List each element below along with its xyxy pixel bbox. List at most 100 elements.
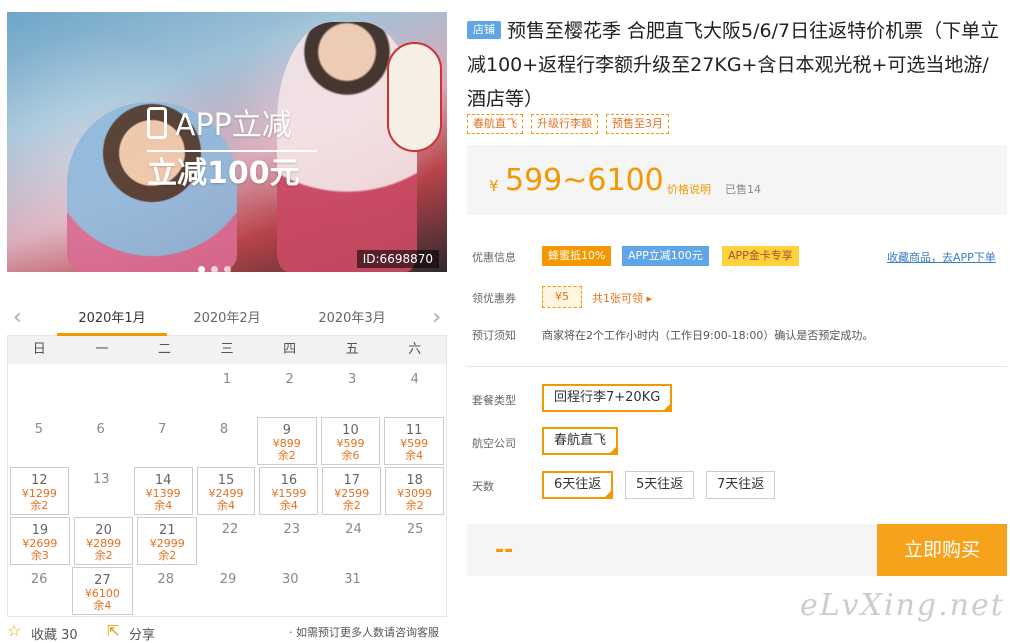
price-explanation-link[interactable]: 价格说明	[667, 181, 711, 197]
app-discount-title: APP立减	[175, 108, 292, 143]
share-icon[interactable]: ⇱	[107, 622, 120, 640]
calendar-week: 5 6 7 8 9 ¥899 余2 10 ¥599 余6 11 ¥599 余4	[8, 416, 446, 466]
calendar-day: 5	[10, 417, 68, 465]
calendar-day: 26	[10, 567, 68, 615]
calendar-day: 31	[323, 567, 381, 615]
share-button[interactable]: 分享	[129, 624, 155, 643]
calendar-day: 30	[261, 567, 319, 615]
calendar-day-bookable[interactable]: 19 ¥2699 余3	[10, 517, 70, 565]
calendar-day	[135, 367, 194, 415]
shop-badge: 店铺	[467, 21, 501, 39]
calendar-week: 19 ¥2699 余3 20 ¥2899 余2 21 ¥2999 余2 22 23 24 25	[8, 516, 446, 566]
carousel-dots[interactable]	[198, 258, 237, 272]
date-calendar: ‹ 2020年1月 2020年2月 2020年3月 › 日 一 二 三 四 五 …	[7, 296, 447, 617]
weekday-label: 六	[408, 342, 422, 357]
day-number: 17	[343, 473, 360, 488]
day-number: 18	[406, 473, 423, 488]
product-image[interactable]: APP立减 立减100元 ID:6698870	[7, 12, 447, 272]
carousel-dot[interactable]	[198, 266, 205, 272]
calendar-week: 12 ¥1299 余2 13 14 ¥1399 余4 15 ¥2499 余4 16 ¥1599 余4 17…	[8, 466, 446, 516]
calendar-day: 4	[385, 367, 444, 415]
lantern-shape	[387, 42, 442, 152]
calendar-day	[73, 367, 132, 415]
day-number: 16	[280, 473, 298, 488]
days-option-7[interactable]: 7天往返	[706, 471, 776, 499]
calendar-day-bookable[interactable]: 18 ¥3099 余2	[385, 467, 445, 515]
weekday-label: 四	[283, 342, 297, 357]
day-stock: 余2	[342, 499, 361, 512]
calendar-week: 26 27 ¥6100 余4 28 29 30 31	[8, 566, 446, 616]
favorite-button[interactable]: 收藏 30	[31, 624, 78, 643]
collect-app-link[interactable]: 收藏商品，去APP下单	[887, 249, 996, 265]
page: APP立减 立减100元 ID:6698870 ‹ 2020年1月 2020年2…	[0, 0, 1010, 643]
product-tags: 春航直飞 升级行李额 预售至3月	[467, 114, 669, 134]
day-stock: 余4	[93, 599, 112, 612]
day-stock: 余4	[154, 499, 173, 512]
calendar-day-bookable[interactable]: 21 ¥2999 余2	[137, 517, 198, 565]
product-title: 店铺 预售至樱花季 合肥直飞大阪5/6/7日往返特价机票（下单立减100+返程行李…	[467, 14, 1007, 116]
calendar-day-bookable[interactable]: 10 ¥599 余6	[320, 417, 381, 465]
product-tag: 预售至3月	[606, 114, 669, 134]
day-number: 8	[219, 422, 229, 437]
weekday-header: 日 一 二 三 四 五 六	[7, 336, 447, 364]
weekday-label: 五	[345, 342, 359, 357]
calendar-day-bookable[interactable]: 27 ¥6100 余4	[72, 567, 133, 615]
day-stock: 余2	[158, 549, 177, 562]
calendar-day-bookable[interactable]: 12 ¥1299 余2	[10, 467, 69, 515]
calendar-day-bookable[interactable]: 14 ¥1399 余4	[133, 467, 193, 515]
carousel-dot[interactable]	[211, 266, 218, 272]
app-discount-overlay: APP立减 立减100元	[147, 107, 317, 192]
day-number: 23	[283, 522, 300, 537]
month-tab-mar[interactable]: 2020年3月	[297, 307, 407, 326]
airline-option[interactable]: 春航直飞	[542, 427, 619, 455]
sold-count: 已售14	[725, 183, 761, 196]
day-number: 4	[410, 372, 419, 387]
weekday-label: 三	[220, 342, 234, 357]
prev-month-icon[interactable]: ‹	[13, 305, 22, 330]
day-number: 30	[281, 572, 299, 587]
calendar-day: 28	[137, 567, 195, 615]
coupon-claim-link[interactable]: 共1张可领 ▸	[592, 290, 652, 306]
days-option-5[interactable]: 5天往返	[625, 471, 695, 499]
phone-icon	[147, 107, 167, 139]
calendar-day-bookable[interactable]: 16 ¥1599 余4	[259, 467, 319, 515]
coupon-ticket[interactable]: ¥5	[542, 286, 582, 308]
calendar-day-bookable[interactable]: 20 ¥2899 余2	[73, 517, 134, 565]
day-stock: 余4	[405, 449, 424, 462]
day-stock: 余2	[30, 499, 49, 512]
currency-symbol: ¥	[489, 177, 499, 195]
days-option-6[interactable]: 6天往返	[542, 471, 614, 499]
star-icon[interactable]: ☆	[7, 621, 21, 640]
next-month-icon[interactable]: ›	[432, 305, 441, 330]
month-tab-jan[interactable]: 2020年1月	[57, 307, 167, 336]
day-number: 28	[157, 572, 174, 587]
day-number: 11	[405, 423, 423, 438]
contact-service-note: · 如需预订更多人数请咨询客服	[289, 626, 439, 639]
airline-label: 航空公司	[472, 437, 516, 450]
bottom-actions: ☆ 收藏 30 ⇱ 分享 · 如需预订更多人数请咨询客服	[7, 621, 447, 643]
calendar-day: 29	[199, 567, 257, 615]
day-number: 14	[154, 473, 172, 488]
calendar-day-bookable[interactable]: 9 ¥899 余2	[256, 417, 317, 465]
day-number: 1	[222, 372, 232, 387]
carousel-dot[interactable]	[224, 266, 231, 272]
buy-now-button[interactable]: 立即购买	[877, 524, 1007, 576]
day-number: 20	[95, 523, 112, 538]
calendar-day: 22	[201, 517, 259, 565]
package-option[interactable]: 回程行李7+20KG	[542, 384, 673, 412]
days-label: 天数	[472, 480, 494, 493]
calendar-day: 2	[260, 367, 319, 415]
notice-label: 预订须知	[472, 329, 516, 342]
calendar-day-bookable[interactable]: 11 ¥599 余4	[384, 417, 445, 465]
day-number: 25	[406, 522, 424, 537]
month-selector: ‹ 2020年1月 2020年2月 2020年3月 ›	[7, 296, 447, 336]
month-tab-feb[interactable]: 2020年2月	[172, 307, 282, 326]
calendar-day	[386, 567, 444, 615]
calendar-day-bookable[interactable]: 17 ¥2599 余2	[322, 467, 382, 515]
product-tag: 春航直飞	[467, 114, 523, 134]
day-stock: 余4	[217, 499, 235, 512]
watermark-logo: eLvXing.net	[800, 588, 1005, 623]
day-number: 19	[31, 523, 49, 538]
calendar-day-bookable[interactable]: 15 ¥2499 余4	[196, 467, 256, 515]
booking-notice-text: 商家将在2个工作小时内（工作日9:00-18:00）确认是否预定成功。	[542, 329, 874, 342]
